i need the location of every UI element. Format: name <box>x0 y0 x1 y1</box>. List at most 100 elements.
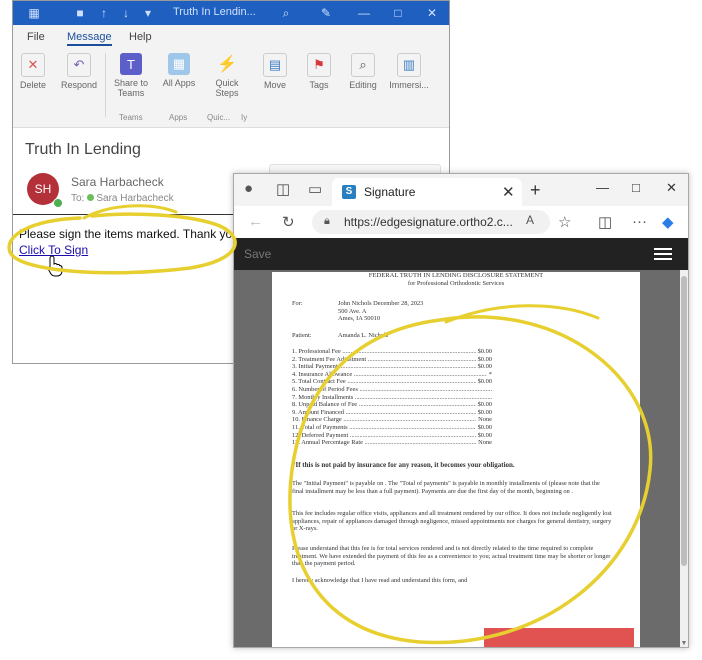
up-arrow-icon[interactable]: ↑ <box>97 6 111 20</box>
for-block: John Nichols December 28, 2023 500 Ave. … <box>338 300 423 323</box>
tags-button[interactable]: ⚑ Tags <box>299 51 339 90</box>
tags-label: Tags <box>309 80 329 90</box>
fee-leader: ........................................… <box>359 385 492 393</box>
document-title: FEDERAL TRUTH IN LENDING DISCLOSURE STAT… <box>368 272 544 279</box>
reply-icon: ↶ <box>67 53 91 77</box>
fee-label: 3. Initial Payment <box>292 363 338 371</box>
fee-value: $0.00 <box>475 363 492 371</box>
workspaces-icon[interactable]: ◫ <box>276 180 290 198</box>
all-apps-button[interactable]: ▦ All Apps <box>159 51 199 88</box>
fee-row: 10. Finance Charge .....................… <box>292 416 492 424</box>
save-icon[interactable]: ■ <box>73 6 87 20</box>
fee-value: $0.00 <box>475 348 492 356</box>
fee-value: * <box>486 370 492 379</box>
tab-actions-icon[interactable]: ▭ <box>308 180 322 198</box>
for-name: John Nichols December 28, 2023 <box>338 300 424 307</box>
group-apps: Apps <box>169 113 188 122</box>
respond-button[interactable]: ↶ Respond <box>59 51 99 90</box>
back-icon[interactable]: ← <box>248 213 263 230</box>
save-button[interactable]: Save <box>244 247 271 261</box>
recipient-status-icon <box>87 194 95 201</box>
sender-name[interactable]: Sara Harbacheck <box>71 175 164 189</box>
close-icon[interactable]: ✕ <box>425 6 439 20</box>
patient-name: Amanda L. Nichols <box>338 332 389 339</box>
acknowledge-paragraph: I hereby acknowledge that I have read an… <box>292 577 468 584</box>
move-button[interactable]: ▤ Move <box>255 51 295 90</box>
presence-status-icon <box>53 198 63 208</box>
menu-message[interactable]: Message <box>67 31 112 46</box>
favorite-star-icon[interactable]: ☆ <box>558 213 571 231</box>
immersive-reader-button[interactable]: ▥ Immersi... <box>389 51 429 90</box>
search-icon[interactable]: ⌕ <box>279 6 293 20</box>
minimize-icon[interactable]: — <box>596 180 609 195</box>
minimize-icon[interactable]: — <box>357 6 371 20</box>
tab-close-icon[interactable]: ✕ <box>502 183 515 201</box>
fee-value: $0.00 <box>475 355 492 364</box>
fee-row: 8. Unpaid Balance of Fee ...............… <box>292 401 492 409</box>
close-icon[interactable]: ✕ <box>666 180 677 196</box>
quick-steps-label: Quick Steps <box>215 78 239 98</box>
apps-grid-icon: ▦ <box>168 53 190 75</box>
fee-leader: ........................................… <box>339 363 492 371</box>
address-line-1: 500 Ave. A <box>338 307 367 315</box>
refresh-icon[interactable]: ↻ <box>282 213 295 231</box>
move-label: Move <box>263 80 286 90</box>
down-arrow-icon[interactable]: ↓ <box>119 6 133 20</box>
fee-value: $0.00 <box>475 378 492 386</box>
recipient-name[interactable]: Sara Harbacheck <box>96 193 173 204</box>
fee-leader: ........................................… <box>364 439 492 447</box>
editing-button[interactable]: ⌕ Editing <box>343 51 383 90</box>
group-teams: Teams <box>119 113 143 122</box>
tab-bar: ● ◫ ▭ S Signature ✕ + — □ ✕ <box>234 174 688 206</box>
new-tab-icon[interactable]: + <box>530 180 541 201</box>
read-aloud-icon[interactable]: A <box>526 213 534 227</box>
lock-icon[interactable]: 🔒︎ <box>324 215 330 228</box>
customize-icon[interactable]: ▾ <box>141 6 155 20</box>
document-page: FEDERAL TRUTH IN LENDING DISCLOSURE STAT… <box>272 272 640 647</box>
fee-label: 6. Number of Period Fees <box>292 385 358 393</box>
insurance-note: *If this is not paid by insurance for an… <box>292 461 515 469</box>
maximize-icon[interactable]: □ <box>391 6 405 20</box>
tab-title: Signature <box>364 185 416 199</box>
fee-row: 1. Professional Fee ....................… <box>292 348 492 356</box>
message-text: Please sign the items marked. Thank you <box>19 227 239 241</box>
fee-label: 11. Total of Payments <box>292 423 348 431</box>
copilot-icon[interactable]: ◆ <box>662 213 674 231</box>
url-field[interactable]: 🔒︎ https://edgesignature.ortho2.c... <box>312 210 550 234</box>
hamburger-menu-icon[interactable] <box>654 246 672 260</box>
document-toolbar: Save <box>234 238 688 270</box>
share-to-teams-label: Share to Teams <box>113 78 149 98</box>
fee-leader: ........................................… <box>343 416 492 424</box>
share-to-teams-button[interactable]: T Share to Teams <box>111 51 151 98</box>
split-screen-icon[interactable]: ◫ <box>598 213 612 231</box>
lightning-icon: ⚡ <box>217 56 237 73</box>
fee-label: 1. Professional Fee <box>292 348 341 355</box>
flag-icon: ⚑ <box>307 53 331 77</box>
more-options-icon[interactable]: ··· <box>632 213 647 230</box>
address-line-2: Ames, IA 50010 <box>338 315 381 323</box>
editing-label: Editing <box>349 80 377 90</box>
menu-help[interactable]: Help <box>129 31 152 43</box>
fee-row: 11. Total of Payments ..................… <box>292 423 492 432</box>
patient-label: Patient: <box>292 332 312 339</box>
fee-label: 12. Deferred Payment <box>292 431 349 439</box>
fee-label: 10. Finance Charge <box>292 416 342 424</box>
ribbon-divider <box>105 53 106 117</box>
menu-file[interactable]: File <box>27 31 45 43</box>
maximize-icon[interactable]: □ <box>632 180 640 195</box>
scrollbar[interactable]: ▼ <box>680 270 688 647</box>
url-text: https://edgesignature.ortho2.c... <box>344 215 513 229</box>
quick-steps-button[interactable]: ⚡ Quick Steps <box>207 51 247 98</box>
profile-icon[interactable]: ● <box>244 180 253 197</box>
fee-value: $0.00 <box>475 408 492 417</box>
fee-leader: ........................................… <box>349 431 492 439</box>
scrollbar-thumb[interactable] <box>681 276 687 566</box>
scroll-down-icon[interactable]: ▼ <box>680 640 688 647</box>
delete-button[interactable]: ✕ Delete <box>13 51 53 90</box>
tab-signature[interactable]: S Signature ✕ <box>332 178 522 206</box>
email-subject: Truth In Lending <box>25 141 141 158</box>
pen-icon[interactable]: ✎ <box>319 6 333 20</box>
fee-leader: ........................................… <box>347 378 492 386</box>
sign-button[interactable]: Sign <box>484 628 634 647</box>
fee-label: 2. Treatment Fee Adjustment <box>292 355 367 363</box>
